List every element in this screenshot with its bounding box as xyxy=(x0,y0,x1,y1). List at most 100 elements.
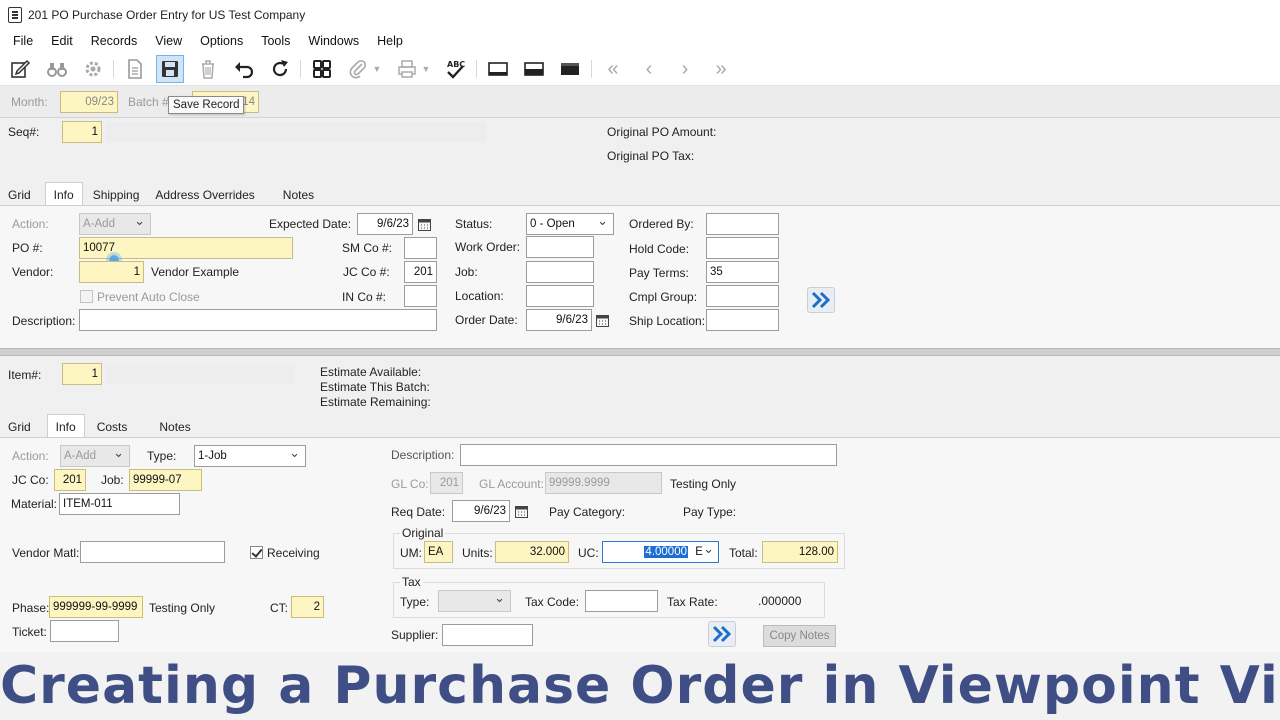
tab-shipping[interactable]: Shipping xyxy=(85,184,148,206)
item-tab-info[interactable]: Info xyxy=(46,414,85,438)
window-titlebar: 201 PO Purchase Order Entry for US Test … xyxy=(0,0,1280,30)
units-label: Units: xyxy=(462,546,493,560)
menu-help[interactable]: Help xyxy=(368,34,412,48)
um-field[interactable]: EA xyxy=(424,541,453,563)
ordered-by-label: Ordered By: xyxy=(629,217,694,231)
tab-grid[interactable]: Grid xyxy=(0,184,39,206)
po-job-field[interactable] xyxy=(526,261,594,283)
next-record-icon[interactable]: › xyxy=(671,55,699,83)
tax-type-select[interactable] xyxy=(438,590,511,612)
prevent-auto-close-checkbox[interactable] xyxy=(80,290,93,303)
delete-record-icon[interactable] xyxy=(194,55,222,83)
splitter[interactable] xyxy=(0,348,1280,356)
chevron-down-icon[interactable]: ⌄ xyxy=(703,542,714,559)
menu-tools[interactable]: Tools xyxy=(252,34,299,48)
calendar-icon[interactable] xyxy=(593,309,611,331)
item-type-select[interactable]: 1-Job xyxy=(194,445,306,467)
sm-co-field[interactable] xyxy=(404,237,437,259)
receiving-checkbox[interactable] xyxy=(250,546,263,559)
attachment-icon[interactable] xyxy=(344,55,372,83)
item-job-field[interactable]: 99999-07 xyxy=(129,469,202,491)
binoculars-icon[interactable] xyxy=(43,55,71,83)
undo-icon[interactable] xyxy=(230,55,258,83)
req-date-field[interactable]: 9/6/23 xyxy=(452,500,510,522)
in-co-field[interactable] xyxy=(404,285,437,307)
po-more-button[interactable] xyxy=(807,287,835,313)
batch-header: Month: 09/23 Batch # 14 Save Record xyxy=(0,86,1280,118)
pay-terms-field[interactable]: 35 xyxy=(706,261,779,283)
expected-date-label: Expected Date: xyxy=(269,217,352,231)
calendar-icon[interactable] xyxy=(415,213,433,235)
new-record-icon[interactable] xyxy=(121,55,149,83)
window-title: 201 PO Purchase Order Entry for US Test … xyxy=(28,8,306,22)
total-label: Total: xyxy=(729,546,758,560)
po-description-field[interactable] xyxy=(79,309,437,331)
po-job-label: Job: xyxy=(455,265,478,279)
item-tab-costs[interactable]: Costs xyxy=(89,416,136,438)
glco-field[interactable]: 201 xyxy=(430,472,463,494)
item-description-field[interactable] xyxy=(460,444,837,466)
item-label: Item#: xyxy=(8,368,42,382)
estimate-available-label: Estimate Available: xyxy=(320,365,422,379)
menu-edit[interactable]: Edit xyxy=(42,34,82,48)
status-select[interactable]: 0 - Open xyxy=(526,213,614,235)
save-record-icon[interactable] xyxy=(156,55,184,83)
glacct-field[interactable]: 99999.9999 xyxy=(545,472,662,494)
order-date-label: Order Date: xyxy=(455,313,518,327)
location-field[interactable] xyxy=(526,285,594,307)
po-action-select[interactable]: A-Add xyxy=(79,213,151,235)
cmpl-group-field[interactable] xyxy=(706,285,779,307)
units-field[interactable]: 32.000 xyxy=(495,541,569,563)
menu-windows[interactable]: Windows xyxy=(299,34,368,48)
gear-icon[interactable] xyxy=(79,55,107,83)
item-more-button[interactable] xyxy=(708,621,736,647)
first-record-icon[interactable]: « xyxy=(599,55,627,83)
tab-info[interactable]: Info xyxy=(44,182,83,206)
menu-records[interactable]: Records xyxy=(82,34,147,48)
material-field[interactable]: ITEM-011 xyxy=(59,493,180,515)
ticket-field[interactable] xyxy=(50,620,119,642)
menu-view[interactable]: View xyxy=(146,34,191,48)
vendor-field[interactable]: 1 xyxy=(79,261,144,283)
previous-record-icon[interactable]: ‹ xyxy=(635,55,663,83)
order-date-field[interactable]: 9/6/23 xyxy=(526,309,592,331)
last-record-icon[interactable]: » xyxy=(707,55,735,83)
tab-address-overrides[interactable]: Address Overrides xyxy=(147,184,262,206)
tab-notes[interactable]: Notes xyxy=(275,184,322,206)
calendar-icon[interactable] xyxy=(512,500,530,522)
phase-field[interactable]: 999999-99-9999 xyxy=(49,596,143,618)
ship-location-field[interactable] xyxy=(706,309,779,331)
attachment-dropdown-icon[interactable]: ▼ xyxy=(370,55,384,83)
spell-check-icon[interactable]: ABC xyxy=(441,55,469,83)
supplier-field[interactable] xyxy=(442,624,533,646)
item-field[interactable]: 1 xyxy=(62,363,102,385)
uc-field[interactable]: 4.00000 E ⌄ xyxy=(602,541,719,563)
item-tab-grid[interactable]: Grid xyxy=(0,416,39,438)
expected-date-field[interactable]: 9/6/23 xyxy=(357,213,413,235)
work-order-field[interactable] xyxy=(526,236,594,258)
layout-full-icon[interactable] xyxy=(556,55,584,83)
print-dropdown-icon[interactable]: ▼ xyxy=(419,55,433,83)
edit-record-icon[interactable] xyxy=(6,55,34,83)
print-icon[interactable] xyxy=(393,55,421,83)
layout-top-icon[interactable] xyxy=(484,55,512,83)
item-tab-notes[interactable]: Notes xyxy=(151,416,198,438)
jc-co-field[interactable]: 201 xyxy=(404,261,437,283)
month-field[interactable]: 09/23 xyxy=(60,91,118,113)
ct-field[interactable]: 2 xyxy=(291,596,324,618)
seq-field[interactable]: 1 xyxy=(62,121,102,143)
uc-unit: E xyxy=(695,546,703,558)
total-field[interactable]: 128.00 xyxy=(762,541,838,563)
item-action-select[interactable]: A-Add xyxy=(60,445,130,467)
ordered-by-field[interactable] xyxy=(706,213,779,235)
hold-code-field[interactable] xyxy=(706,237,779,259)
menu-options[interactable]: Options xyxy=(191,34,252,48)
layout-split-icon[interactable] xyxy=(520,55,548,83)
copy-notes-button[interactable]: Copy Notes xyxy=(763,625,836,647)
menu-file[interactable]: File xyxy=(4,34,42,48)
refresh-icon[interactable] xyxy=(266,55,294,83)
vendor-matl-field[interactable] xyxy=(80,541,225,563)
grid-view-icon[interactable] xyxy=(308,55,336,83)
tax-code-field[interactable] xyxy=(585,590,658,612)
jcco-field[interactable]: 201 xyxy=(54,469,86,491)
